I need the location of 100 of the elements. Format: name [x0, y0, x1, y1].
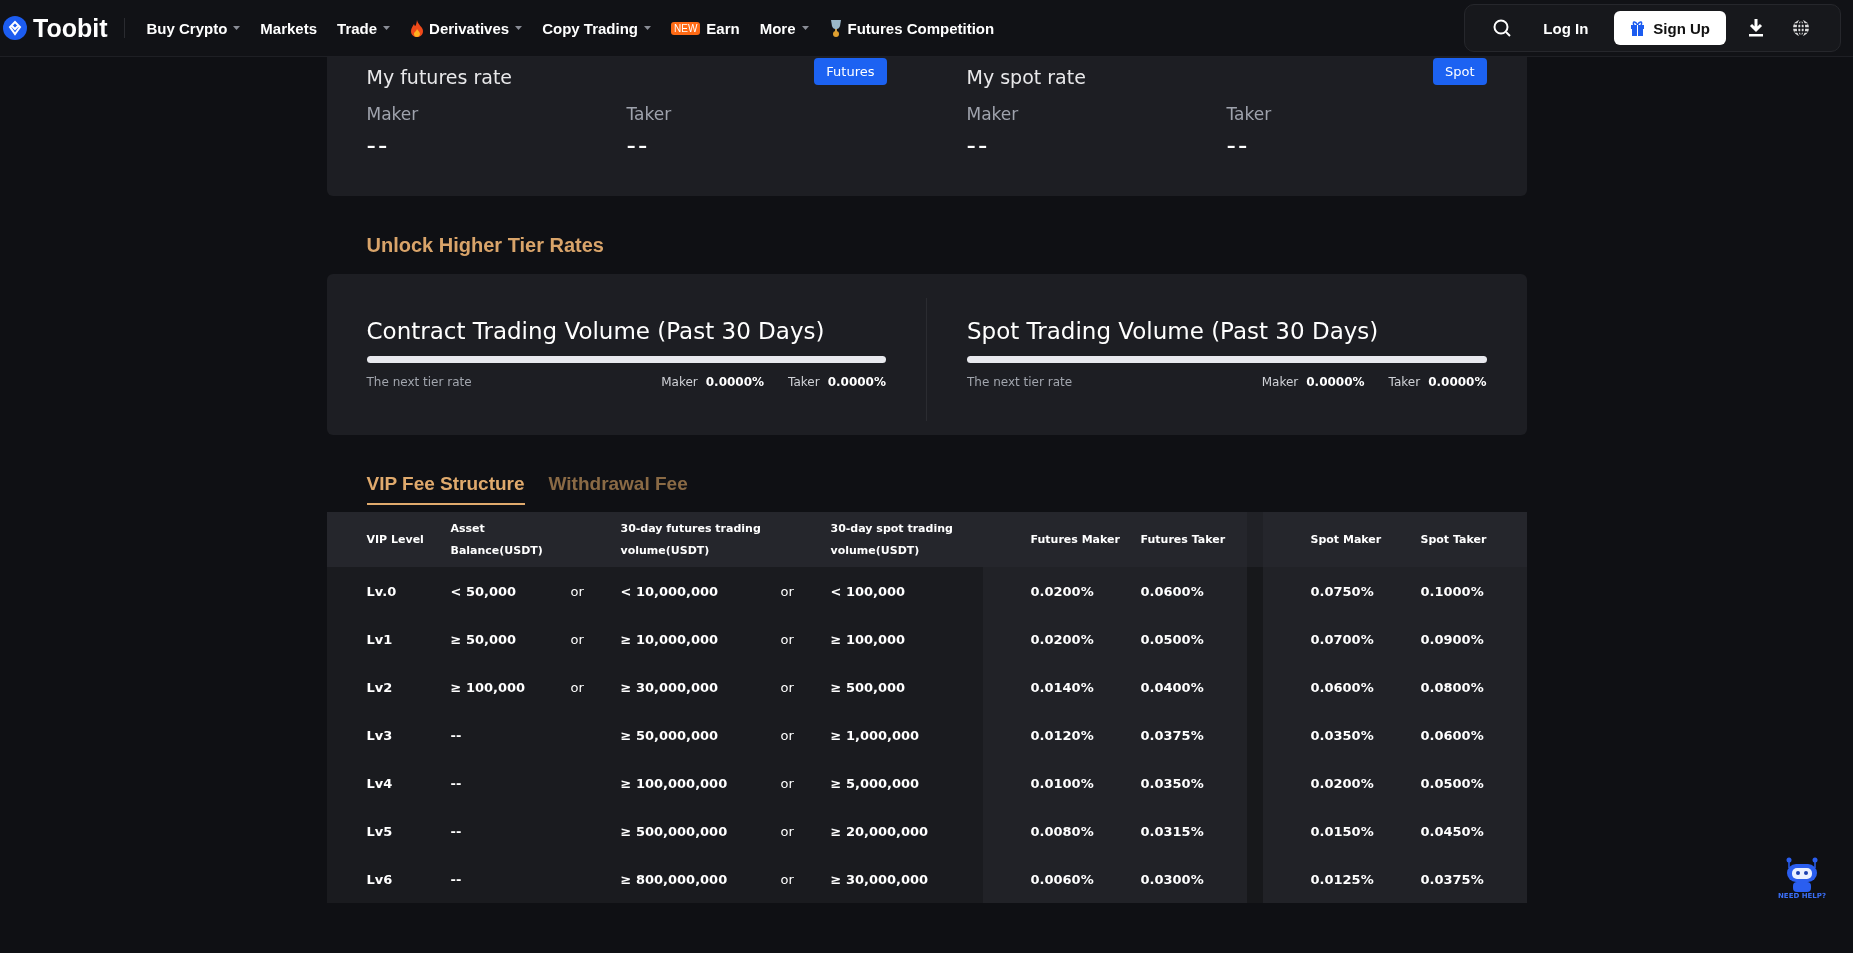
login-link[interactable]: Log In [1543, 19, 1589, 37]
table-cell-text: 0.0350% [1140, 775, 1205, 791]
table-cell-text: 0.0100% [1030, 775, 1095, 791]
table-cell-text: ≥ 30,000,000 [830, 871, 930, 887]
table-cell-text: -- [450, 727, 463, 743]
table-cell-text: 0.0200% [1030, 583, 1095, 599]
nav-link[interactable]: Markets [260, 19, 318, 37]
table-cell-text: Lv3 [366, 727, 394, 743]
table-cell-text: 0.0800% [1420, 679, 1485, 695]
table-cell-text: ≥ 50,000,000 [620, 727, 720, 743]
table-cell-text: ≥ 100,000,000 [620, 775, 729, 791]
search-button[interactable] [1493, 19, 1512, 37]
table-cell-text: 0.0150% [1310, 823, 1375, 839]
next-tier-label: The next tier rate [366, 375, 472, 389]
rate-value: 0.0000% [1306, 375, 1365, 389]
column-header: Spot Taker [1420, 531, 1488, 548]
rate-label: Taker [626, 104, 673, 124]
caret-icon [515, 26, 523, 30]
nav-link[interactable]: Trade [337, 19, 391, 37]
table-cell-text: 0.0375% [1420, 871, 1485, 887]
table-cell-text: Lv1 [366, 631, 394, 647]
table-cell-text: 0.0350% [1310, 727, 1375, 743]
next-tier-label: The next tier rate [967, 375, 1073, 389]
table-cell-text: 0.0200% [1030, 631, 1095, 647]
signup-button[interactable]: Sign Up [1614, 11, 1726, 45]
nav-link[interactable]: Buy Crypto [146, 19, 241, 37]
globe-icon [1792, 19, 1810, 37]
logo-text[interactable]: Toobit [33, 13, 108, 43]
table-cell-text: 0.0060% [1030, 871, 1095, 887]
table-cell-text: ≥ 500,000 [830, 679, 907, 695]
table-cell-text: 0.0450% [1420, 823, 1485, 839]
gift-icon [1630, 20, 1646, 36]
table-cell-text: -- [450, 871, 463, 887]
table-cell-text: 0.0315% [1140, 823, 1205, 839]
column-header: VIP Level [366, 531, 425, 548]
logo-icon [3, 16, 27, 40]
tab[interactable]: Withdrawal Fee [548, 473, 688, 505]
table-cell-text: ≥ 100,000 [830, 631, 907, 647]
rate-value: 0.0000% [1428, 375, 1487, 389]
table-cell-text: Lv2 [366, 679, 394, 695]
section-title: Unlock Higher Tier Rates [365, 233, 605, 258]
rate-value: -- [366, 130, 391, 160]
tab[interactable]: VIP Fee Structure [366, 473, 525, 505]
download-button[interactable] [1748, 19, 1764, 37]
nav-link[interactable]: NEW Earn [671, 19, 740, 37]
table-cell-text: -- [450, 775, 463, 791]
table-cell-text: ≥ 30,000,000 [620, 679, 720, 695]
table-cell-text: ≥ 10,000,000 [620, 631, 720, 647]
new-badge: NEW [671, 21, 701, 35]
volume-title: Contract Trading Volume (Past 30 Days) [366, 318, 826, 344]
table-cell-text: ≥ 1,000,000 [830, 727, 921, 743]
nav-link[interactable]: Derivatives [410, 19, 523, 37]
table-cell-text: < 50,000 [450, 583, 518, 599]
caret-icon [801, 26, 809, 30]
rate-type-button[interactable]: Futures [814, 58, 887, 85]
table-cell-text: or [780, 631, 795, 647]
column-header: 30-day futures trading volume(USDT) [620, 520, 762, 559]
table-cell-text: ≥ 50,000 [450, 631, 518, 647]
table-cell-text: 0.0120% [1030, 727, 1095, 743]
table-cell-text: or [570, 679, 585, 695]
table-cell-text: < 10,000,000 [620, 583, 720, 599]
table-cell-text: or [570, 631, 585, 647]
caret-icon [383, 26, 391, 30]
column-header: Spot Maker [1310, 531, 1383, 548]
column-header: 30-day spot trading volume(USDT) [830, 520, 954, 559]
nav-link[interactable]: Futures Competition [828, 19, 995, 37]
table-cell-text: 0.0300% [1140, 871, 1205, 887]
table-cell-text: 0.0500% [1420, 775, 1485, 791]
table-cell-text: 0.1000% [1420, 583, 1485, 599]
table-cell-text: ≥ 800,000,000 [620, 871, 729, 887]
table-cell-text: ≥ 20,000,000 [830, 823, 930, 839]
nav-link[interactable]: Copy Trading [542, 19, 651, 37]
rate-value: 0.0000% [705, 375, 765, 389]
rate-value: 0.0000% [827, 375, 886, 389]
column-header: Futures Taker [1140, 531, 1227, 548]
table-cell-text: 0.0125% [1310, 871, 1375, 887]
rate-label: Maker [366, 104, 420, 124]
table-cell-text: or [780, 823, 795, 839]
rate-value: -- [1226, 130, 1251, 160]
table-cell-text: Lv4 [366, 775, 394, 791]
rate-value: -- [626, 130, 651, 160]
table-cell-text: 0.0750% [1310, 583, 1375, 599]
rate-value: -- [966, 130, 991, 160]
nav-link[interactable]: More [759, 19, 809, 37]
table-cell-text: or [780, 679, 795, 695]
table-cell-text: or [780, 775, 795, 791]
table-cell-text: ≥ 500,000,000 [620, 823, 729, 839]
table-cell-text: Lv5 [366, 823, 394, 839]
column-header: Futures Maker [1030, 531, 1121, 548]
table-cell-text: 0.0400% [1140, 679, 1205, 695]
table-cell-text: 0.0700% [1310, 631, 1375, 647]
table-cell-text: 0.0080% [1030, 823, 1095, 839]
table-cell-text: or [780, 727, 795, 743]
table-cell-text: 0.0900% [1420, 631, 1485, 647]
rate-type-button[interactable]: Spot [1432, 58, 1487, 85]
flame-icon [410, 19, 425, 37]
table-cell-text: Lv.0 [366, 583, 398, 599]
rate-label: Maker [966, 104, 1020, 124]
rate-label: Maker [661, 375, 698, 389]
language-button[interactable] [1792, 19, 1810, 37]
